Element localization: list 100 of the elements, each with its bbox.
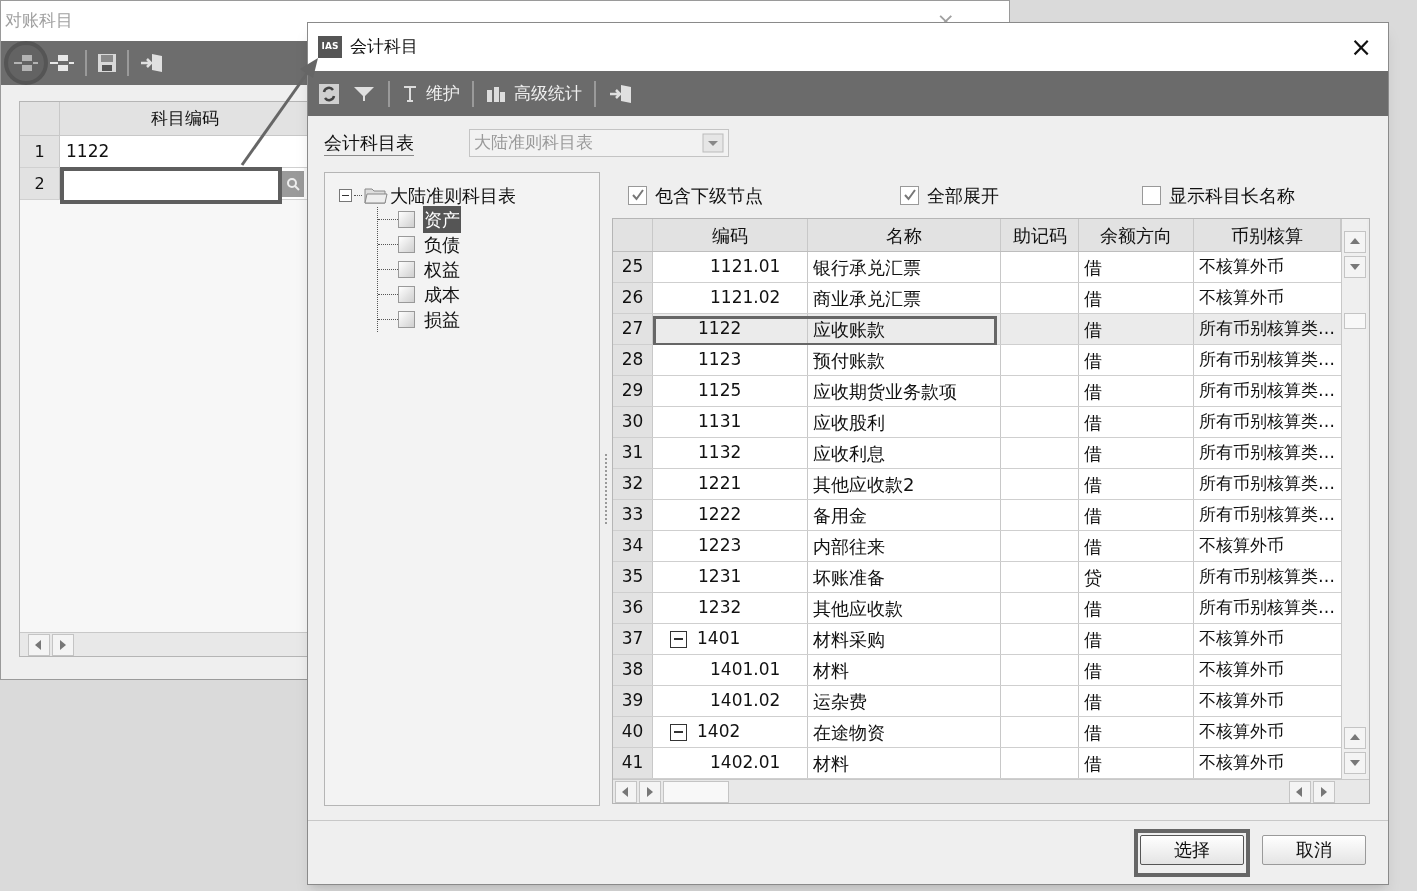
scroll-right-button[interactable] bbox=[52, 633, 74, 656]
row-number: 35 bbox=[613, 562, 653, 592]
scroll-right-button[interactable] bbox=[639, 780, 661, 803]
table-cell: 借 bbox=[1079, 407, 1194, 437]
toolbar-button[interactable]: 维护 bbox=[402, 80, 460, 107]
row-number: 25 bbox=[613, 252, 653, 282]
tree-item[interactable]: 负债 bbox=[423, 231, 461, 258]
row-number: 1 bbox=[20, 136, 60, 167]
toolbar-button[interactable]: 高级统计 bbox=[486, 80, 582, 107]
scroll-up-button[interactable] bbox=[1343, 231, 1366, 253]
save-icon[interactable] bbox=[97, 53, 117, 73]
collapse-toggle[interactable] bbox=[339, 188, 352, 202]
table-cell-text: 所有币别核算类… bbox=[1198, 348, 1336, 372]
window-title: 会计科目 bbox=[350, 35, 418, 59]
table-cell: 应收期货业务款项 bbox=[808, 376, 1001, 406]
table-cell: 借 bbox=[1079, 686, 1194, 716]
collapse-toggle[interactable] bbox=[670, 630, 687, 648]
lookup-button[interactable] bbox=[282, 170, 304, 197]
scroll-down-button[interactable] bbox=[1343, 752, 1366, 774]
table-row[interactable]: 39 1401.02 运杂费 借 不核算外币 bbox=[613, 686, 1341, 717]
account-code: 1223 bbox=[698, 534, 742, 558]
input-field[interactable] bbox=[60, 167, 282, 204]
column-header[interactable]: 名称 bbox=[808, 219, 1001, 251]
account-code: 1401.01 bbox=[710, 658, 781, 682]
horizontal-scrollbar[interactable] bbox=[613, 779, 1369, 803]
tree-item[interactable]: 损益 bbox=[423, 306, 461, 333]
table-cell: 借 bbox=[1079, 748, 1194, 778]
table-cell: 预付账款 bbox=[808, 345, 1001, 375]
column-header[interactable]: 余额方向 bbox=[1079, 219, 1194, 251]
scroll-left-button[interactable] bbox=[1289, 780, 1311, 803]
table-cell-text: 不核算外币 bbox=[1198, 255, 1285, 279]
table-cell-text: 不核算外币 bbox=[1198, 658, 1285, 682]
table-row[interactable]: 25 1121.01 银行承兑汇票 借 不核算外币 bbox=[613, 252, 1341, 283]
table-row[interactable]: 32 1221 其他应收款2 借 所有币别核算类… bbox=[613, 469, 1341, 500]
table-cell: 其他应收款2 bbox=[808, 469, 1001, 499]
scrollbar-thumb[interactable] bbox=[663, 780, 729, 803]
table-cell: 银行承兑汇票 bbox=[808, 252, 1001, 282]
window-title: 对账科目 bbox=[5, 9, 73, 33]
table-row[interactable]: 35 1231 坏账准备 贷 所有币别核算类… bbox=[613, 562, 1341, 593]
table-row[interactable]: 30 1131 应收股利 借 所有币别核算类… bbox=[613, 407, 1341, 438]
table-cell: 借 bbox=[1079, 438, 1194, 468]
refresh-icon[interactable] bbox=[318, 82, 340, 105]
table-cell-text: 不核算外币 bbox=[1198, 751, 1285, 775]
scroll-left-button[interactable] bbox=[28, 633, 50, 656]
table-cell-text: 不核算外币 bbox=[1198, 534, 1285, 558]
table-row[interactable]: 38 1401.01 材料 借 不核算外币 bbox=[613, 655, 1341, 686]
table-cell: 材料 bbox=[808, 655, 1001, 685]
checkbox-label: 包含下级节点 bbox=[655, 183, 763, 208]
account-code: 1221 bbox=[698, 472, 742, 496]
table-cell-text: 所有币别核算类… bbox=[1198, 472, 1336, 496]
table-row[interactable]: 27 1122 应收账款 借 所有币别核算类… bbox=[613, 314, 1341, 345]
table-row[interactable]: 36 1232 其他应收款 借 所有币别核算类… bbox=[613, 593, 1341, 624]
table-cell: 借 bbox=[1079, 500, 1194, 530]
scroll-up-button[interactable] bbox=[1343, 727, 1366, 749]
collapse-tree-icon[interactable] bbox=[49, 52, 75, 74]
tree-root-label[interactable]: 大陆准则科目表 bbox=[390, 181, 516, 209]
table-row[interactable]: 26 1121.02 商业承兑汇票 借 不核算外币 bbox=[613, 283, 1341, 314]
row-number: 30 bbox=[613, 407, 653, 437]
tree-item[interactable]: 权益 bbox=[423, 256, 461, 283]
scroll-right-button[interactable] bbox=[1313, 780, 1335, 803]
checkbox[interactable] bbox=[1142, 185, 1161, 205]
table-row[interactable]: 28 1123 预付账款 借 所有币别核算类… bbox=[613, 345, 1341, 376]
exit-icon[interactable] bbox=[139, 52, 165, 74]
scrollbar-thumb[interactable] bbox=[1343, 313, 1366, 329]
vertical-scrollbar[interactable] bbox=[1341, 219, 1367, 779]
collapse-toggle[interactable] bbox=[670, 723, 687, 741]
node-icon bbox=[398, 211, 415, 228]
table-cell: 商业承兑汇票 bbox=[808, 283, 1001, 313]
dialog-button[interactable]: 选择 bbox=[1140, 834, 1244, 865]
app-logo: IAS bbox=[318, 36, 342, 58]
table-cell: 借 bbox=[1079, 593, 1194, 623]
scroll-down-button[interactable] bbox=[1343, 256, 1366, 278]
account-code: 1222 bbox=[698, 503, 742, 527]
tree-item[interactable]: 资产 bbox=[423, 206, 461, 233]
dialog-button[interactable]: 取消 bbox=[1262, 834, 1366, 865]
scroll-left-button[interactable] bbox=[615, 780, 637, 803]
expand-tree-icon[interactable] bbox=[13, 52, 39, 74]
table-row[interactable]: 37 1401 材料采购 借 不核算外币 bbox=[613, 624, 1341, 655]
close-button[interactable]: × bbox=[1350, 34, 1372, 60]
tree-item[interactable]: 成本 bbox=[423, 281, 461, 308]
splitter-grip[interactable] bbox=[604, 454, 608, 524]
table-row[interactable]: 40 1402 在途物资 借 不核算外币 bbox=[613, 717, 1341, 748]
row-number: 31 bbox=[613, 438, 653, 468]
checkbox[interactable] bbox=[628, 185, 647, 205]
table-cell-text: 所有币别核算类… bbox=[1198, 596, 1336, 620]
account-code: 1121.02 bbox=[710, 286, 781, 310]
bar-chart-icon bbox=[486, 85, 506, 102]
checkbox[interactable] bbox=[900, 185, 919, 205]
table-row[interactable]: 31 1132 应收利息 借 所有币别核算类… bbox=[613, 438, 1341, 469]
table-cell: 材料采购 bbox=[808, 624, 1001, 654]
table-row[interactable]: 33 1222 备用金 借 所有币别核算类… bbox=[613, 500, 1341, 531]
table-row[interactable]: 34 1223 内部往来 借 不核算外币 bbox=[613, 531, 1341, 562]
table-row[interactable]: 41 1402.01 材料 借 不核算外币 bbox=[613, 748, 1341, 779]
account-code: 1402.01 bbox=[710, 751, 781, 775]
table-row[interactable]: 29 1125 应收期货业务款项 借 所有币别核算类… bbox=[613, 376, 1341, 407]
table-cell: 借 bbox=[1079, 283, 1194, 313]
table-cell: 借 bbox=[1079, 376, 1194, 406]
column-header[interactable]: 助记码 bbox=[1001, 219, 1079, 251]
column-header[interactable]: 编码 bbox=[653, 219, 808, 251]
exit-icon[interactable] bbox=[608, 82, 634, 105]
